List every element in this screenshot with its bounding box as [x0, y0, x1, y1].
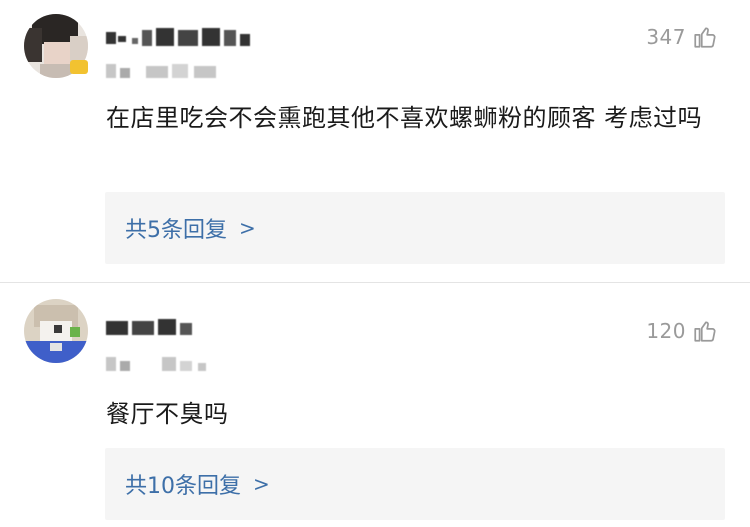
chevron-right-icon: > [253, 472, 270, 496]
like-count: 120 [646, 319, 686, 343]
like-button[interactable]: 347 [646, 22, 718, 52]
avatar[interactable] [24, 299, 88, 363]
username-mosaic [106, 317, 206, 339]
comment-text: 餐厅不臭吗 [106, 400, 229, 428]
replies-label: 共5条回复 [125, 218, 227, 243]
vip-badge-icon [70, 60, 88, 74]
replies-label: 共10条回复 [125, 474, 241, 499]
meta-mosaic [106, 64, 221, 78]
view-replies-button[interactable]: 共10条回复 > [105, 448, 725, 520]
like-count: 347 [646, 25, 686, 49]
comment-text: 在店里吃会不会熏跑其他不喜欢螺蛳粉的顾客 考虑过吗 [106, 104, 703, 132]
meta-mosaic [106, 357, 216, 371]
thumb-up-icon [694, 321, 716, 342]
comment-item: 120 餐厅不臭吗 共10条回复 > [0, 283, 750, 527]
comment-item: 347 在店里吃会不会熏跑其他不喜欢螺蛳粉的顾客 考虑过吗 共5条回复 > [0, 0, 750, 282]
thumb-up-icon [694, 27, 716, 48]
view-replies-button[interactable]: 共5条回复 > [105, 192, 725, 264]
username-mosaic [106, 26, 251, 48]
chevron-right-icon: > [239, 216, 256, 240]
like-button[interactable]: 120 [646, 316, 718, 346]
